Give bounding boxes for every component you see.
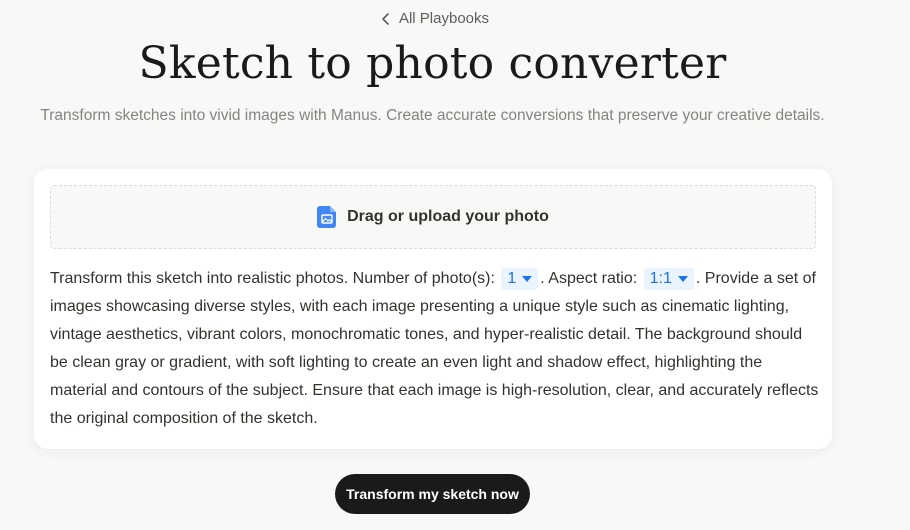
upload-label: Drag or upload your photo [347, 208, 549, 225]
prompt-text-part-2: . Aspect ratio: [540, 270, 642, 287]
page-subtitle: Transform sketches into vivid images wit… [40, 107, 825, 124]
back-to-playbooks-link[interactable]: All Playbooks [0, 10, 870, 27]
image-file-icon [317, 206, 337, 228]
prompt-text: Transform this sketch into realistic pho… [50, 265, 820, 433]
photo-count-value: 1 [507, 270, 517, 287]
caret-down-icon [677, 276, 688, 282]
back-link-label: All Playbooks [398, 10, 490, 27]
prompt-text-part-3: . Provide a set of images showcasing div… [50, 270, 819, 427]
aspect-ratio-value: 1:1 [649, 270, 672, 287]
transform-sketch-button[interactable]: Transform my sketch now [335, 474, 530, 514]
chevron-left-icon [382, 12, 389, 25]
prompt-card: Drag or upload your photo Transform this… [34, 169, 832, 449]
caret-down-icon [522, 276, 533, 282]
page-title: Sketch to photo converter [138, 38, 727, 89]
upload-dropzone[interactable]: Drag or upload your photo [50, 185, 816, 249]
photo-count-select[interactable]: 1 [501, 268, 539, 290]
aspect-ratio-select[interactable]: 1:1 [643, 268, 694, 290]
prompt-text-part-1: Transform this sketch into realistic pho… [50, 270, 500, 287]
